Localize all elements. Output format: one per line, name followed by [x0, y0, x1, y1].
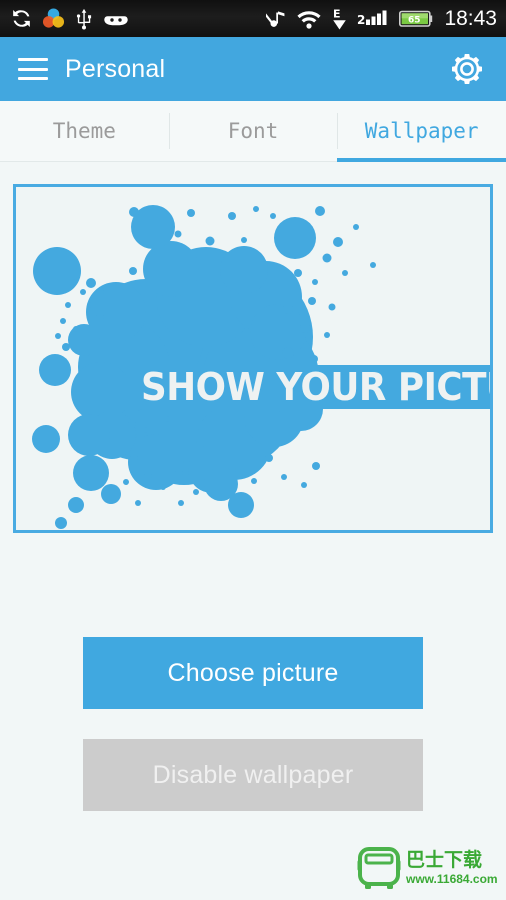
hamburger-line-3	[18, 77, 48, 80]
android-head-icon	[103, 10, 129, 28]
svg-text:E: E	[333, 7, 341, 20]
bus-logo-icon	[356, 844, 402, 892]
watermark-text: 巴士下载 www.11684.com	[406, 848, 498, 886]
disable-wallpaper-button: Disable wallpaper	[83, 739, 423, 811]
wallpaper-preview-image: SHOW YOUR PICTURE	[16, 187, 490, 530]
page-title: Personal	[65, 54, 166, 83]
hamburger-line-2	[18, 67, 48, 71]
tab-bar: Theme Font Wallpaper	[0, 101, 506, 162]
status-bar-clock: 18:43	[444, 6, 497, 30]
tab-font-label: Font	[227, 119, 279, 143]
usb-icon	[74, 7, 94, 30]
status-bar-right-icons: E 2 65 18:43	[263, 6, 498, 31]
tab-theme[interactable]: Theme	[0, 101, 169, 161]
watermark-brand: 巴士下载	[406, 848, 483, 871]
status-bar-left-icons	[10, 7, 129, 30]
edge-network-icon: E	[330, 7, 349, 31]
choose-picture-button[interactable]: Choose picture	[83, 637, 423, 709]
wifi-icon	[296, 8, 322, 29]
color-circles-icon	[42, 7, 65, 30]
banner-text: SHOW YOUR PICTURE	[141, 365, 490, 409]
tab-wallpaper[interactable]: Wallpaper	[337, 101, 506, 162]
svg-text:2: 2	[357, 13, 365, 27]
tab-theme-label: Theme	[52, 119, 116, 143]
watermark: 巴士下载 www.11684.com	[356, 840, 502, 896]
app-bar: Personal	[0, 37, 506, 101]
svg-text:65: 65	[408, 15, 421, 25]
tab-font[interactable]: Font	[168, 101, 338, 161]
battery-icon: 65	[399, 9, 433, 29]
music-muted-icon	[263, 7, 288, 30]
phone-screen: E 2 65 18:43 Personal Theme Font Wallpap…	[0, 0, 506, 900]
sync-icon	[10, 7, 33, 30]
watermark-url: www.11684.com	[406, 871, 498, 886]
gear-icon[interactable]	[448, 50, 486, 88]
hamburger-line-1	[18, 58, 48, 61]
status-bar: E 2 65 18:43	[0, 0, 506, 37]
tab-wallpaper-label: Wallpaper	[364, 119, 479, 143]
wallpaper-preview[interactable]: SHOW YOUR PICTURE	[13, 184, 493, 533]
hamburger-menu-icon[interactable]	[18, 58, 48, 80]
signal-bars-icon: 2	[357, 8, 391, 29]
